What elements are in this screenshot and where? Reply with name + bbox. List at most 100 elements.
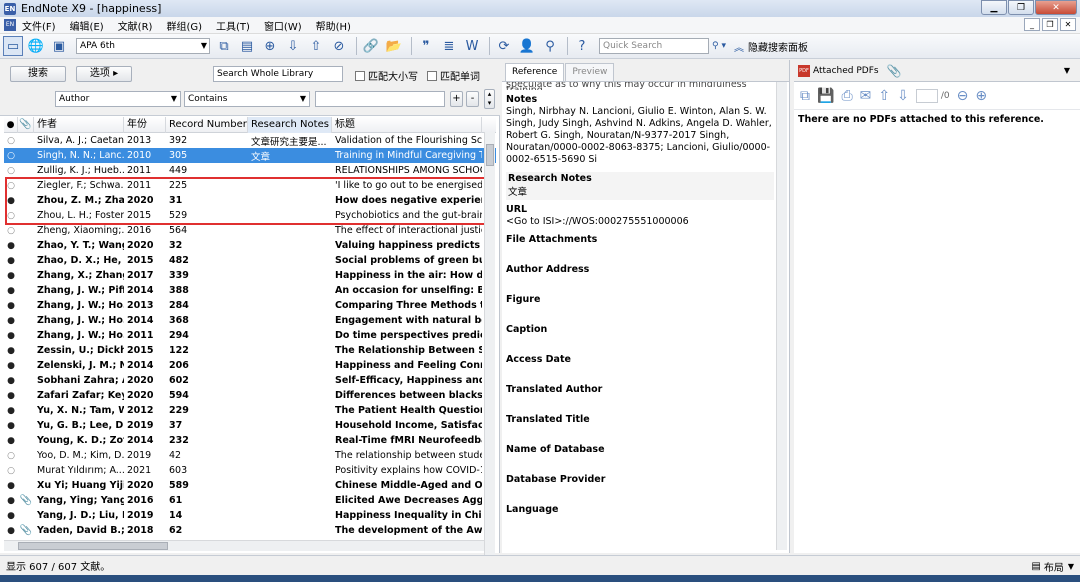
minimize-button[interactable]: ▁ — [981, 0, 1007, 15]
table-vertical-scrollbar[interactable] — [484, 132, 495, 582]
tab-preview[interactable]: Preview — [565, 63, 615, 81]
field-label[interactable]: Caption — [506, 324, 774, 336]
scroll-conditions-icon[interactable]: ▴ ▾ — [484, 89, 495, 109]
import-icon[interactable]: ⇩ — [283, 36, 303, 56]
table-row[interactable]: ● Zhang, J. W.; Ho...2014 368 Engagement wi… — [4, 313, 496, 328]
help-icon[interactable]: ? — [572, 36, 592, 56]
previous-page-icon[interactable]: ⇧ — [878, 88, 890, 104]
research-notes-field[interactable]: 文章 — [506, 186, 774, 200]
search-value-input[interactable] — [315, 91, 445, 107]
menu-help[interactable]: 帮助(H) — [316, 18, 351, 33]
menu-file[interactable]: 文件(F) — [22, 18, 56, 33]
hide-search-panel-button[interactable]: 隐藏搜索面板 — [748, 39, 808, 54]
table-row[interactable]: ○ Silva, A. J.; Caetan... 2013 392 文章研究主要是..… — [4, 133, 496, 148]
collapse-icon[interactable]: ︽ — [734, 39, 744, 54]
field-label[interactable]: Database Provider — [506, 474, 774, 486]
field-label[interactable]: Translated Author — [506, 384, 774, 396]
menu-edit[interactable]: 编辑(E) — [70, 18, 104, 33]
layout-icon[interactable]: ▤ — [1031, 561, 1040, 572]
tab-reference[interactable]: Reference — [505, 63, 565, 81]
table-row[interactable]: ○ Zheng, Xiaoming;... 2016 564 The effect of… — [4, 223, 496, 238]
save-pdf-icon[interactable]: 💾 — [817, 88, 834, 104]
match-words-checkbox[interactable]: 匹配单词 — [427, 68, 480, 83]
table-row[interactable]: ● Zhang, J. W.; Ho...2013 284 Comparing Thr… — [4, 298, 496, 313]
table-row[interactable]: ● Zhang, J. W.; Piff,...2014 388 An occasio… — [4, 283, 496, 298]
table-row[interactable]: ● Yang, J. D.; Liu, K...2019 14 Happiness I… — [4, 508, 496, 523]
reference-scrollbar[interactable] — [776, 82, 787, 550]
table-row[interactable]: ● 📎 Yaden, David B.; ...2018 62 The developm… — [4, 523, 496, 538]
notes-field[interactable]: Singh, Nirbhay N. Lancioni, Giulio E. Wi… — [506, 106, 774, 166]
field-label[interactable]: Name of Database — [506, 444, 774, 456]
table-row[interactable]: ○ Murat Yıldırım; A... 2021 603 Positivity e… — [4, 463, 496, 478]
online-search-mode-icon[interactable]: 🌐 — [26, 36, 46, 56]
mdi-restore-button[interactable]: ❐ — [1042, 18, 1058, 31]
table-row[interactable]: ● Sobhani Zahra; A...2020 602 Self-Efficacy… — [4, 373, 496, 388]
copy-formatted-icon[interactable]: ⧉ — [214, 36, 234, 56]
table-row[interactable]: ● Zhao, Y. T.; Wang...2020 32 Valuing happi… — [4, 238, 496, 253]
field-label[interactable]: Translated Title — [506, 414, 774, 426]
table-row[interactable]: ● Young, K. D.; Zot...2014 232 Real-Time fM… — [4, 433, 496, 448]
header-title[interactable]: 标题 — [332, 116, 482, 133]
search-scope-select[interactable]: Search Whole Library — [213, 66, 343, 82]
online-search-icon[interactable]: ⊕ — [260, 36, 280, 56]
integrated-library-icon[interactable]: ▣ — [49, 36, 69, 56]
group-share-icon[interactable]: ⚲ — [540, 36, 560, 56]
header-year[interactable]: 年份 — [124, 116, 166, 133]
header-record-number[interactable]: Record Number — [166, 116, 248, 133]
field-label[interactable]: Figure — [506, 294, 774, 306]
return-to-word-icon[interactable]: W — [462, 36, 482, 56]
menu-references[interactable]: 文献(R) — [118, 18, 153, 33]
table-row[interactable]: ○ Yoo, D. M.; Kim, D... 2019 42 The relation… — [4, 448, 496, 463]
maximize-button[interactable]: ❐ — [1008, 0, 1034, 15]
table-row[interactable]: ● Zhang, J. W.; Ho...2011 294 Do time persp… — [4, 328, 496, 343]
close-button[interactable]: ✕ — [1035, 0, 1077, 15]
attachment-header-icon[interactable]: 📎 — [18, 116, 34, 133]
insert-citation-icon[interactable]: ❞ — [416, 36, 436, 56]
field-label[interactable]: Language — [506, 504, 774, 516]
share-library-icon[interactable]: 👤 — [517, 36, 537, 56]
field-label[interactable]: Author Address — [506, 264, 774, 276]
layout-button[interactable]: 布局 — [1044, 559, 1064, 574]
tab-attached-pdfs[interactable]: Attached PDFs — [813, 66, 879, 76]
table-row[interactable]: ● Zafari Zafar; Key...2020 594 Differences … — [4, 388, 496, 403]
options-button[interactable]: 选项 ▸ — [76, 66, 132, 82]
open-pdf-icon[interactable]: ⧉ — [800, 88, 810, 104]
next-page-icon[interactable]: ⇩ — [897, 88, 909, 104]
output-style-select[interactable]: APA 6th ▼ — [76, 38, 210, 54]
format-bibliography-icon[interactable]: ≣ — [439, 36, 459, 56]
table-horizontal-scrollbar[interactable] — [4, 540, 484, 551]
open-file-icon[interactable]: 📂 — [384, 36, 404, 56]
search-options-icon[interactable]: ⚲ ▾ — [712, 41, 726, 51]
print-pdf-icon[interactable]: ⎙ — [841, 88, 852, 104]
remove-condition-button[interactable]: - — [466, 91, 479, 107]
match-case-checkbox[interactable]: 匹配大小写 — [355, 68, 418, 83]
search-operator-select[interactable]: Contains ▼ — [184, 91, 310, 107]
header-author[interactable]: 作者 — [34, 116, 124, 133]
header-research-notes[interactable]: Research Notes — [248, 116, 332, 133]
export-icon[interactable]: ⇧ — [306, 36, 326, 56]
add-condition-button[interactable]: + — [450, 91, 463, 107]
paperclip-icon[interactable]: 📎 — [887, 64, 902, 78]
page-number-input[interactable] — [915, 88, 938, 103]
find-full-text-icon[interactable]: ⊘ — [329, 36, 349, 56]
table-row[interactable]: ● Zhao, D. X.; He, B...2015 482 Social prob… — [4, 253, 496, 268]
table-row[interactable]: ● 📎 Yang, Ying; Yang, ...2016 61 Elicited Aw… — [4, 493, 496, 508]
mdi-close-button[interactable]: ✕ — [1060, 18, 1076, 31]
zoom-in-icon[interactable]: ⊕ — [975, 88, 987, 104]
email-pdf-icon[interactable]: ✉ — [860, 88, 872, 104]
table-row[interactable]: ● Zhang, X.; Zhang,...2017 339 Happiness in… — [4, 268, 496, 283]
menu-groups[interactable]: 群组(G) — [166, 18, 202, 33]
table-row[interactable]: ● Zessin, U.; Dickha...2015 122 The Relatio… — [4, 343, 496, 358]
menu-tools[interactable]: 工具(T) — [216, 18, 250, 33]
field-label[interactable]: Access Date — [506, 354, 774, 366]
scroll-thumb[interactable] — [18, 542, 168, 550]
open-link-icon[interactable]: 🔗 — [361, 36, 381, 56]
sync-icon[interactable]: ⟳ — [494, 36, 514, 56]
search-field-select[interactable]: Author ▼ — [55, 91, 181, 107]
pane-menu-icon[interactable]: ▼ — [1064, 66, 1070, 75]
url-field[interactable]: <Go to ISI>://WOS:000275551000006 — [506, 216, 774, 228]
search-button[interactable]: 搜索 — [10, 66, 66, 82]
table-row[interactable]: ○ Zullig, K. J.; Hueb... 2011 449 RELATIONSH… — [4, 163, 496, 178]
local-library-mode-icon[interactable]: ▭ — [3, 36, 23, 56]
read-status-header-icon[interactable]: ● — [4, 116, 18, 133]
